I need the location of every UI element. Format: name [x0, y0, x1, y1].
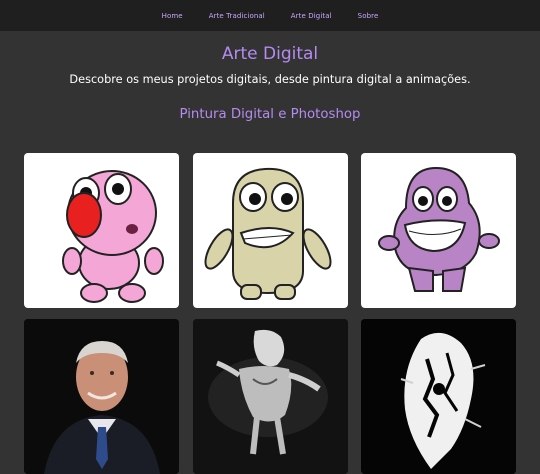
beige-character-image [204, 167, 332, 300]
nav-link-arte-digital[interactable]: Arte Digital [291, 12, 332, 20]
page-subtitle: Descobre os meus projetos digitais, desd… [69, 73, 471, 86]
gallery-item-dark-figure[interactable] [193, 319, 348, 474]
gallery-item-portrait[interactable] [24, 319, 179, 474]
gallery-item-beige-character[interactable] [193, 153, 348, 308]
nav-link-arte-tradicional[interactable]: Arte Tradicional [209, 12, 265, 20]
nav-link-sobre[interactable]: Sobre [358, 12, 379, 20]
gallery-item-pink-character[interactable] [24, 153, 179, 308]
purple-character-image [378, 166, 500, 292]
gallery-item-abstract-shape[interactable] [361, 319, 516, 474]
dark-figure-image [193, 319, 348, 474]
pink-character-image [62, 170, 164, 303]
section-title: Pintura Digital e Photoshop [179, 107, 361, 122]
gallery-item-purple-character[interactable] [361, 153, 516, 308]
nav-link-home[interactable]: Home [162, 12, 183, 20]
top-navigation: Home Arte Tradicional Arte Digital Sobre [0, 0, 540, 31]
abstract-shape-image [361, 319, 516, 474]
page-title: Arte Digital [221, 44, 319, 64]
portrait-image [24, 319, 179, 474]
main-content: Arte Digital Descobre os meus projetos d… [0, 31, 540, 474]
